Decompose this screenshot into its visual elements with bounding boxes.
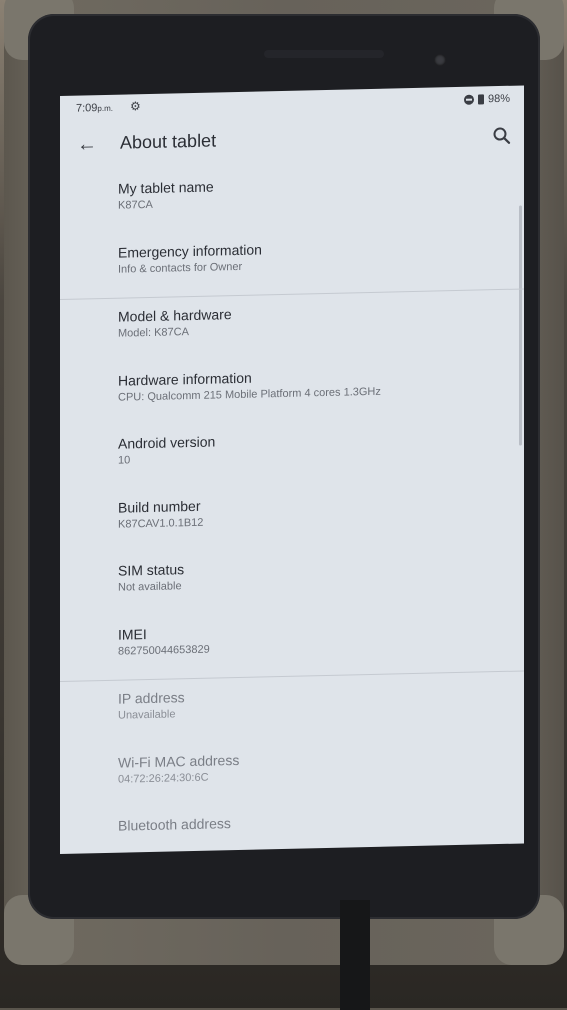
camera-icon	[434, 54, 446, 66]
gear-icon: ⚙	[130, 99, 141, 114]
list-item-build-number[interactable]: Build number K87CAV1.0.1B12	[60, 480, 524, 554]
list-item-hardware-information[interactable]: Hardware information CPU: Qualcomm 215 M…	[60, 353, 524, 427]
settings-list: My tablet name K87CA Emergency informati…	[60, 161, 524, 854]
list-item-android-version[interactable]: Android version 10	[60, 416, 524, 490]
do-not-disturb-icon	[463, 94, 474, 105]
charging-cable	[340, 900, 370, 1010]
list-item-emergency-information[interactable]: Emergency information Info & contacts fo…	[60, 225, 524, 299]
status-icons: 98%	[463, 92, 510, 106]
list-item-model-hardware[interactable]: Model & hardware Model: K87CA	[60, 289, 524, 363]
page-title: About tablet	[120, 130, 217, 153]
battery-percent: 98%	[487, 92, 510, 106]
status-time-value: 7:09	[76, 102, 98, 115]
brand-logo	[264, 50, 384, 58]
list-item-tablet-name[interactable]: My tablet name K87CA	[60, 161, 524, 235]
list-item-wifi-mac-address[interactable]: Wi-Fi MAC address 04:72:26:24:30:6C	[60, 735, 524, 809]
list-item-sim-status[interactable]: SIM status Not available	[60, 543, 524, 617]
screen: 7:09p.m. ⚙ 98% ← About tablet My tablet …	[60, 85, 524, 855]
list-item-imei[interactable]: IMEI 862750044653829	[60, 607, 524, 681]
search-icon	[493, 127, 511, 144]
battery-icon	[477, 94, 484, 105]
app-bar: ← About tablet	[60, 113, 524, 168]
arrow-back-icon: ←	[77, 133, 97, 156]
status-time-suffix: p.m.	[97, 103, 113, 114]
list-item-ip-address[interactable]: IP address Unavailable	[60, 671, 524, 745]
back-button[interactable]: ←	[72, 129, 102, 160]
status-time: 7:09p.m.	[76, 102, 113, 115]
search-button[interactable]	[488, 122, 516, 151]
